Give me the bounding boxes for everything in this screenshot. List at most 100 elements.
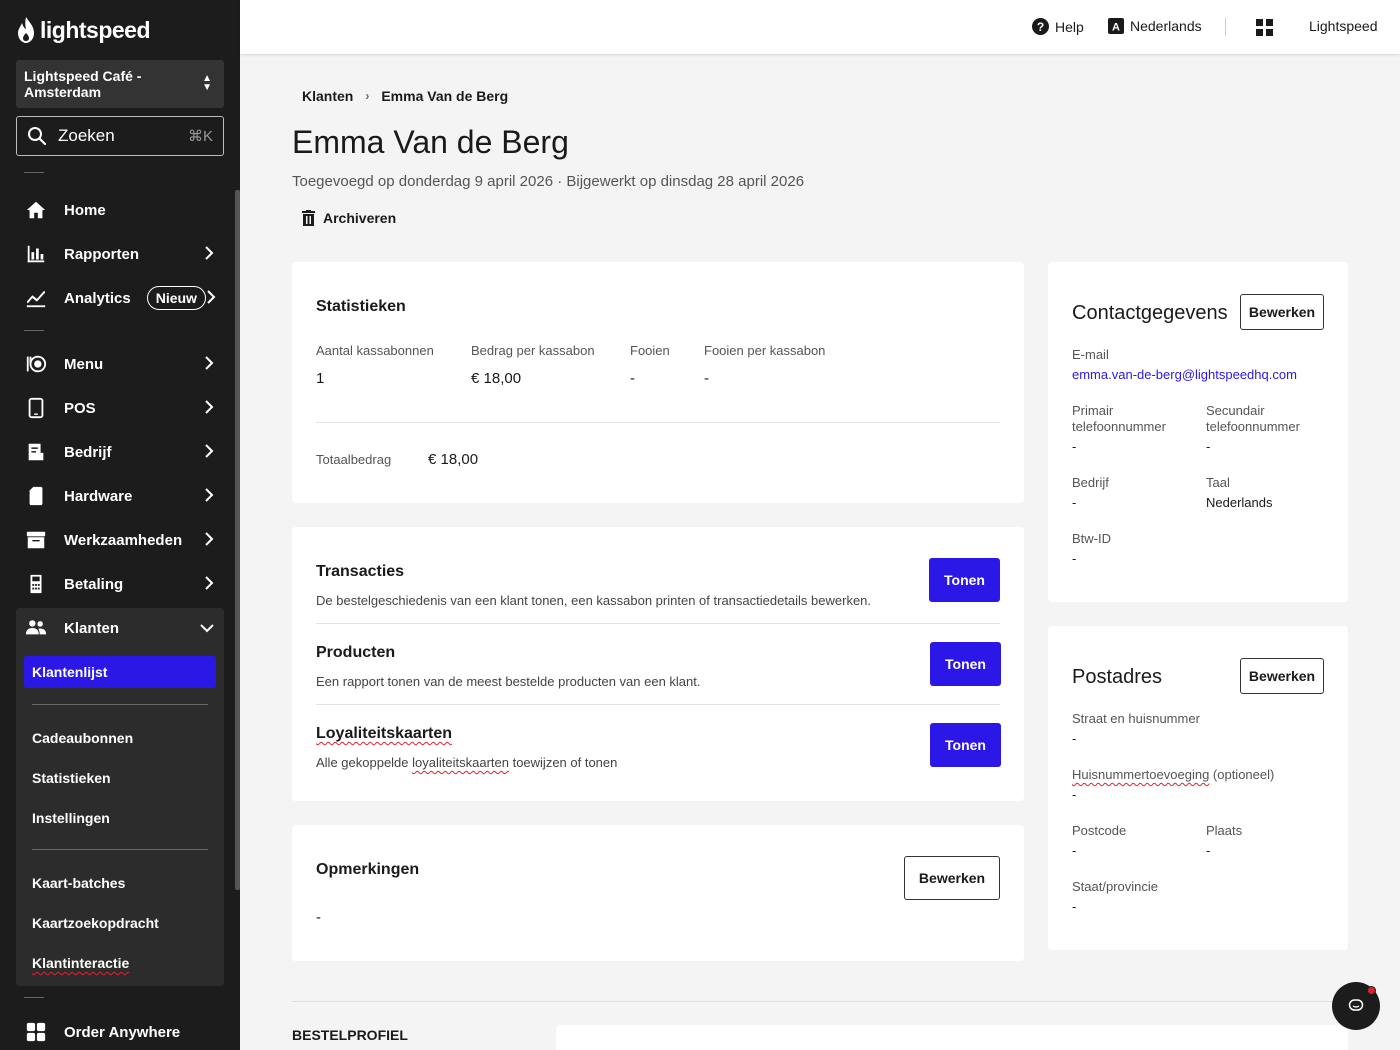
search-icon <box>28 127 47 146</box>
sidebar-item-label: Hardware <box>64 487 133 505</box>
contact-title: Contactgegevens <box>1072 302 1228 324</box>
suffix-value: - <box>1072 787 1077 802</box>
stat-label-avg-amount: Bedrag per kassabon <box>471 343 595 358</box>
actions-divider <box>316 623 1000 624</box>
sidebar-item-analytics[interactable]: Analytics Nieuw <box>16 278 224 318</box>
notes-title: Opmerkingen <box>316 861 420 878</box>
loyalty-desc-pre: Alle gekoppelde <box>316 755 413 770</box>
grid-icon <box>24 1020 48 1044</box>
sidebar-item-label: Bedrijf <box>64 443 112 461</box>
order-profile-heading: BESTELPROFIEL <box>292 1027 408 1043</box>
sub-item-kaart-batches[interactable]: Kaart-batches <box>24 867 216 899</box>
sidebar-item-menu[interactable]: Menu <box>16 344 224 384</box>
vat-label: Btw-ID <box>1072 531 1111 546</box>
chevron-right-icon <box>205 400 214 414</box>
trend-line-icon <box>24 286 48 310</box>
search-label: Zoeken <box>58 126 115 145</box>
products-desc: Een rapport tonen van de meest bestelde … <box>316 674 701 689</box>
show-products-button[interactable]: Tonen <box>930 642 1001 686</box>
language-field-label: Taal <box>1206 475 1230 490</box>
email-link[interactable]: emma.van-de-berg@lightspeedhq.com <box>1072 367 1297 382</box>
phone2-value: - <box>1206 439 1211 454</box>
menu-dish-icon <box>24 352 48 376</box>
sidebar-item-label: Order Anywhere <box>64 1023 181 1041</box>
zip-label: Postcode <box>1072 823 1127 838</box>
show-loyalty-button[interactable]: Tonen <box>930 723 1001 767</box>
sub-item-klantenlijst[interactable]: Klantenlijst <box>24 656 216 688</box>
chevron-right-icon <box>205 532 214 546</box>
actions-card: Transacties De bestelgeschiedenis van ee… <box>292 527 1024 801</box>
sidebar-item-home[interactable]: Home <box>16 190 224 230</box>
home-icon <box>24 198 48 222</box>
notification-dot <box>1367 986 1376 995</box>
sub-item-label: Klantinteractie <box>32 955 130 971</box>
sidebar-item-klanten[interactable]: Klanten <box>16 608 224 648</box>
stats-divider <box>316 422 1000 423</box>
state-value: - <box>1072 899 1077 914</box>
submenu-divider <box>32 849 208 850</box>
phone1-value: - <box>1072 439 1077 454</box>
sidebar: lightspeed Lightspeed Café - Amsterdam ▲… <box>0 0 240 1050</box>
help-label: Help <box>1055 18 1084 35</box>
help-button[interactable]: ? Help <box>1032 18 1084 35</box>
sidebar-item-label: POS <box>64 399 96 417</box>
sub-item-kaartzoekopdracht[interactable]: Kaartzoekopdracht <box>24 907 216 939</box>
sidebar-item-order-anywhere[interactable]: Order Anywhere <box>16 1012 224 1050</box>
sidebar-item-betaling[interactable]: Betaling <box>16 564 224 604</box>
sub-item-instellingen[interactable]: Instellingen <box>24 802 216 834</box>
search-button[interactable]: Zoeken ⌘K <box>16 116 224 156</box>
archive-label: Archiveren <box>323 210 397 226</box>
sidebar-item-bedrijf[interactable]: Bedrijf <box>16 432 224 472</box>
state-label: Staat/provincie <box>1072 879 1158 894</box>
device-icon <box>24 484 48 508</box>
company-label: Bedrijf <box>1072 475 1109 490</box>
show-transactions-button[interactable]: Tonen <box>929 558 1000 602</box>
edit-notes-button[interactable]: Bewerken <box>904 856 1000 900</box>
language-icon: A <box>1108 18 1124 34</box>
suffix-label-word: Huisnummertoevoeging <box>1072 767 1210 782</box>
search-shortcut: ⌘K <box>187 128 213 145</box>
sub-item-klantinteractie[interactable]: Klantinteractie <box>24 947 216 979</box>
sidebar-divider <box>24 172 44 173</box>
sidebar-divider <box>24 997 44 998</box>
klanten-submenu: Klanten Klantenlijst Cadeaubonnen Statis… <box>16 608 224 986</box>
brand-name: lightspeed <box>40 16 151 43</box>
sub-item-statistieken[interactable]: Statistieken <box>24 762 216 794</box>
sidebar-item-label: Home <box>64 201 106 219</box>
store-selector[interactable]: Lightspeed Café - Amsterdam ▲ ▼ <box>16 60 224 108</box>
products-title: Producten <box>316 644 396 661</box>
loyalty-title-text: Loyaliteitskaarten <box>316 725 453 742</box>
chevron-right-icon <box>205 444 214 458</box>
tablet-icon <box>24 396 48 420</box>
archive-button[interactable]: Archiveren <box>302 210 396 226</box>
payment-terminal-icon <box>24 572 48 596</box>
sidebar-item-pos[interactable]: POS <box>16 388 224 428</box>
chevron-right-icon <box>205 488 214 502</box>
apps-button[interactable] <box>1256 19 1279 36</box>
sidebar-item-rapporten[interactable]: Rapporten <box>16 234 224 274</box>
vat-value: - <box>1072 551 1077 566</box>
breadcrumb-parent[interactable]: Klanten <box>302 88 353 104</box>
sidebar-item-werkzaamheden[interactable]: Werkzaamheden <box>16 520 224 560</box>
phone1-label: Primair telefoonnummer <box>1072 403 1166 434</box>
sidebar-scrollbar[interactable] <box>235 190 240 890</box>
edit-address-button[interactable]: Bewerken <box>1240 658 1324 694</box>
chevron-right-icon <box>207 290 216 304</box>
svg-text:?: ? <box>1037 20 1044 34</box>
receipt-icon <box>24 440 48 464</box>
account-button[interactable]: Lightspeed <box>1309 18 1378 34</box>
sidebar-item-hardware[interactable]: Hardware <box>16 476 224 516</box>
sub-item-cadeaubonnen[interactable]: Cadeaubonnen <box>24 722 216 754</box>
phone2-label: Secundair telefoonnummer <box>1206 403 1300 434</box>
language-button[interactable]: A Nederlands <box>1108 18 1202 34</box>
stats-card: Statistieken Aantal kassabonnen Bedrag p… <box>292 262 1024 503</box>
chevron-right-icon <box>205 246 214 260</box>
city-label: Plaats <box>1206 823 1243 838</box>
edit-contact-button[interactable]: Bewerken <box>1240 294 1324 330</box>
transactions-desc: De bestelgeschiedenis van een klant tone… <box>316 593 872 608</box>
transactions-title: Transacties <box>316 563 405 580</box>
stat-label-tips-per-receipt: Fooien per kassabon <box>704 343 826 358</box>
chat-button[interactable] <box>1332 982 1380 1030</box>
flame-icon <box>18 17 34 43</box>
lightspeed-logo[interactable]: lightspeed <box>16 16 151 44</box>
